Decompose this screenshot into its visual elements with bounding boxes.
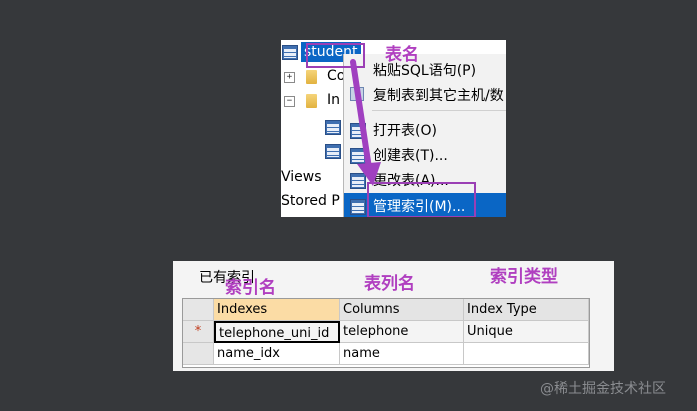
indexes-grid: Indexes Columns Index Type * telephone_u…	[182, 298, 590, 368]
row-marker[interactable]: *	[183, 321, 214, 343]
table-row-2-index-name[interactable]: name_idx	[214, 343, 340, 365]
table-row-2-index-type[interactable]	[464, 343, 589, 365]
column-header-columns[interactable]: Columns	[340, 299, 464, 321]
table-row-2-columns[interactable]: name	[340, 343, 464, 365]
row-header[interactable]	[183, 343, 214, 365]
annotation-table-name: 表名	[385, 45, 419, 65]
watermark: @稀土掘金技术社区	[540, 381, 666, 397]
object-browser-screenshot: student + Co − In Views Stored P 粘贴SQL语句…	[281, 40, 506, 217]
row-header-corner	[183, 299, 214, 321]
annotation-column-name: 表列名	[364, 274, 415, 294]
table-row-1-index-type[interactable]: Unique	[464, 321, 589, 343]
annotation-index-type: 索引类型	[490, 267, 558, 287]
table-row-1-index-name[interactable]: telephone_uni_id	[214, 321, 340, 343]
column-header-indexes[interactable]: Indexes	[214, 299, 340, 321]
annotation-index-name: 索引名	[225, 278, 276, 298]
table-row-1-columns[interactable]: telephone	[340, 321, 464, 343]
pointer-arrow-icon	[350, 59, 381, 186]
column-header-index-type[interactable]: Index Type	[464, 299, 589, 321]
